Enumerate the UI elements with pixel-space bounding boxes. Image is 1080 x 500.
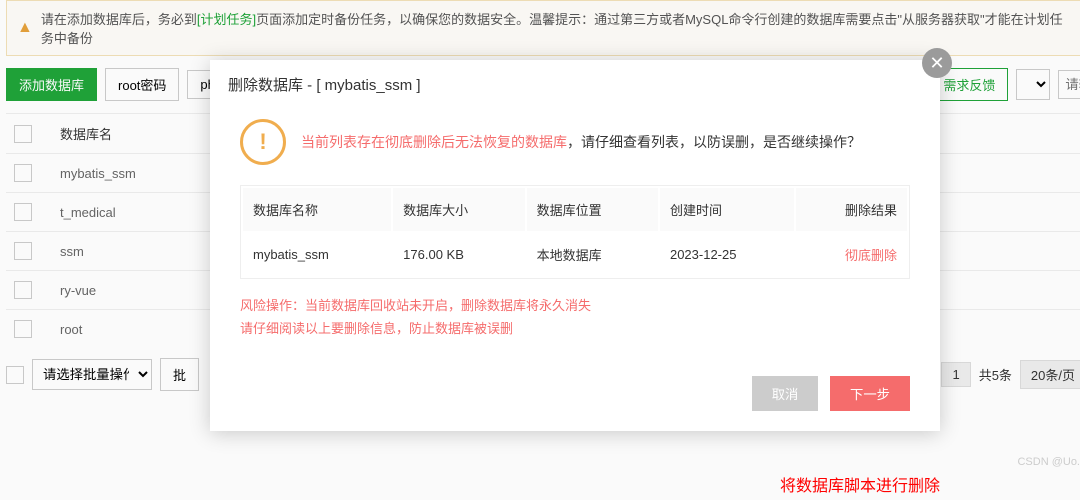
warning-icon: !: [240, 119, 286, 165]
modal-title: 删除数据库 - [ mybatis_ssm ]: [210, 60, 940, 109]
annotation-text: 将数据库脚本进行删除: [780, 472, 940, 496]
col-db-time: 创建时间: [660, 188, 794, 231]
close-icon[interactable]: ✕: [922, 48, 952, 78]
delete-row: mybatis_ssm 176.00 KB 本地数据库 2023-12-25 彻…: [243, 233, 907, 276]
col-db-size: 数据库大小: [393, 188, 524, 231]
delete-list-table: 数据库名称 数据库大小 数据库位置 创建时间 删除结果 mybatis_ssm …: [240, 185, 910, 279]
modal-message: 当前列表存在彻底删除后无法恢复的数据库，请仔细查看列表，以防误删，是否继续操作？: [301, 132, 861, 152]
cancel-button[interactable]: 取消: [752, 376, 819, 411]
next-button[interactable]: 下一步: [830, 376, 910, 411]
col-db-result: 删除结果: [796, 188, 907, 231]
watermark: CSDN @Uo.: [1017, 456, 1080, 468]
col-db-name: 数据库名称: [243, 188, 391, 231]
col-db-loc: 数据库位置: [527, 188, 658, 231]
delete-modal: ✕ 删除数据库 - [ mybatis_ssm ] ! 当前列表存在彻底删除后无…: [210, 60, 940, 431]
risk-warning: 风险操作：当前数据库回收站未开启，删除数据库将永久消失 请仔细阅读以上要删除信息…: [240, 294, 910, 341]
